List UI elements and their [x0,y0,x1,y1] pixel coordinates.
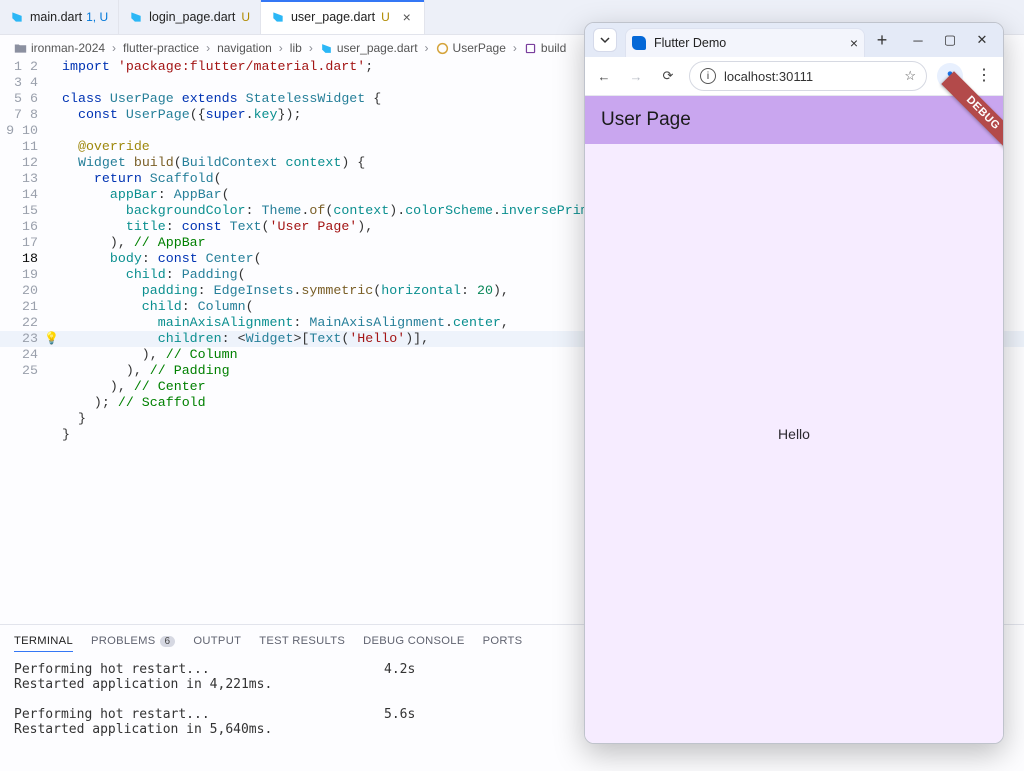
panel-tab-output[interactable]: OUTPUT [193,631,241,652]
browser-tab[interactable]: Flutter Demo × [625,28,865,57]
crumb[interactable]: flutter-practice [123,41,199,55]
minimize-button[interactable]: ─ [903,28,933,52]
site-info-icon[interactable]: i [700,68,716,84]
panel-tab-problems[interactable]: PROBLEMS6 [91,631,175,652]
close-window-button[interactable]: ✕ [967,28,997,52]
url-text: localhost:30111 [724,69,813,84]
flutter-app-surface: User Page DEBUG Hello [585,96,1003,743]
crumb[interactable]: ironman-2024 [31,41,105,55]
browser-toolbar: ← → ⟳ i localhost:30111 ☆ ⋮ [585,57,1003,96]
crumb-file[interactable]: user_page.dart [337,41,418,55]
chevron-down-icon [600,35,610,45]
flutter-appbar: User Page [585,96,1003,144]
close-icon[interactable]: × [400,10,414,24]
tab-suffix: 1, U [86,10,108,24]
tab-login[interactable]: login_page.dart U [119,0,261,34]
class-icon [436,42,449,55]
panel-tab-debug-console[interactable]: DEBUG CONSOLE [363,631,465,652]
address-bar[interactable]: i localhost:30111 ☆ [689,61,927,91]
preview-browser-window: Flutter Demo × + ─ ▢ ✕ ← → ⟳ i localhost… [584,22,1004,744]
tab-suffix: U [241,10,250,24]
panel-tab-ports[interactable]: PORTS [483,631,523,652]
crumb-method[interactable]: build [541,41,566,55]
folder-icon [14,42,27,55]
dart-icon [10,10,24,24]
flutter-icon [632,36,646,50]
close-icon[interactable]: × [850,35,858,51]
dart-icon [129,10,143,24]
lightbulb-icon[interactable]: 💡 [44,331,59,347]
reload-button[interactable]: ⟳ [657,65,679,87]
flutter-body-text: Hello [585,426,1003,442]
code-content[interactable]: import 'package:flutter/material.dart'; … [58,59,621,624]
crumb-class[interactable]: UserPage [453,41,506,55]
tab-main[interactable]: main.dart 1, U [0,0,119,34]
new-tab-button[interactable]: + [869,30,895,51]
tab-suffix: U [381,10,390,24]
maximize-button[interactable]: ▢ [935,28,965,52]
tab-label: user_page.dart [291,10,375,24]
menu-button[interactable]: ⋮ [973,65,995,87]
flutter-appbar-title: User Page [601,109,691,131]
bookmark-icon[interactable]: ☆ [904,68,916,84]
browser-tab-title: Flutter Demo [654,36,726,50]
tab-user-page[interactable]: user_page.dart U × [261,0,425,34]
problems-count-badge: 6 [160,636,176,647]
dart-icon [320,42,333,55]
browser-titlebar[interactable]: Flutter Demo × + ─ ▢ ✕ [585,23,1003,57]
line-gutter: 1 2 3 4 5 6 7 8 9 10 11 12 13 14 15 16 1… [0,59,44,624]
tab-search-button[interactable] [593,28,617,52]
crumb[interactable]: lib [290,41,302,55]
tab-label: main.dart [30,10,82,24]
panel-tab-terminal[interactable]: TERMINAL [14,631,73,652]
glyph-margin: 💡 [44,59,58,624]
back-button[interactable]: ← [593,65,615,87]
dart-icon [271,10,285,24]
method-icon [524,42,537,55]
tab-label: login_page.dart [149,10,235,24]
crumb[interactable]: navigation [217,41,272,55]
forward-button[interactable]: → [625,65,647,87]
panel-tab-test-results[interactable]: TEST RESULTS [259,631,345,652]
